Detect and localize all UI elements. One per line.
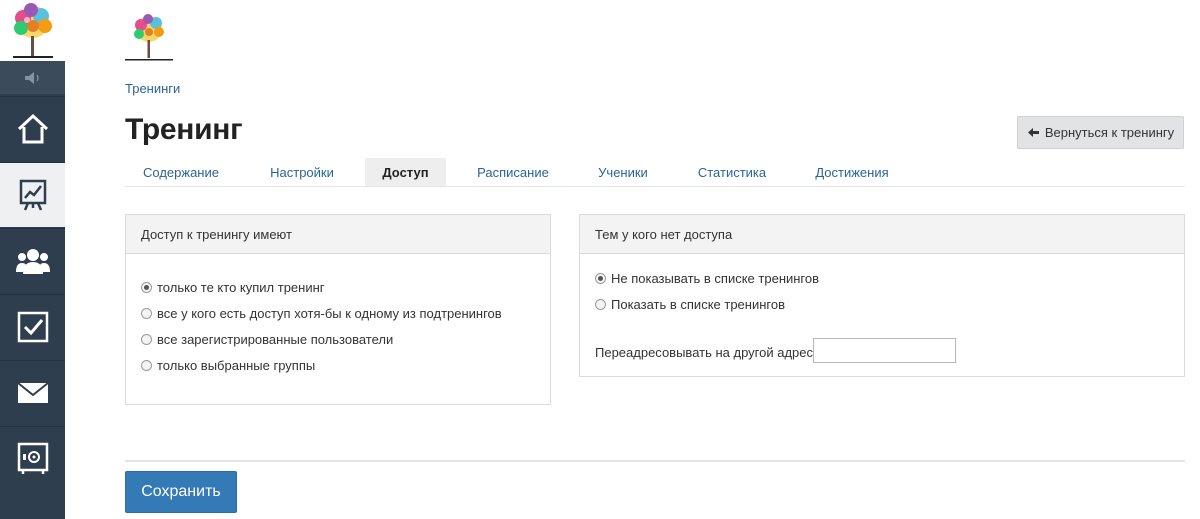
radio-label: только те кто купил тренинг — [157, 280, 325, 295]
divider — [125, 460, 1185, 462]
radio-button[interactable] — [141, 282, 152, 293]
tabs: Содержание Настройки Доступ Расписание У… — [125, 158, 1185, 187]
radio-button[interactable] — [595, 273, 606, 284]
tree-logo-icon — [12, 2, 53, 58]
checkbox-icon — [17, 311, 48, 343]
no-access-option-show[interactable]: Показать в списке тренингов — [595, 297, 785, 312]
home-icon — [17, 113, 48, 144]
tab-students[interactable]: Ученики — [580, 158, 666, 186]
safe-icon — [17, 442, 48, 474]
chart-board-icon — [19, 179, 46, 211]
radio-label: Показать в списке тренингов — [611, 297, 785, 312]
radio-label: только выбранные группы — [157, 358, 316, 373]
save-button[interactable]: Сохранить — [125, 471, 237, 513]
sidebar — [0, 0, 65, 519]
no-access-option-hide[interactable]: Не показывать в списке тренингов — [595, 271, 819, 286]
radio-button[interactable] — [141, 360, 152, 371]
radio-label: Не показывать в списке тренингов — [611, 271, 820, 286]
radio-button[interactable] — [141, 308, 152, 319]
sidebar-item-messages[interactable] — [0, 360, 65, 425]
sidebar-item-trainings[interactable] — [0, 162, 65, 227]
sidebar-item-tasks[interactable] — [0, 294, 65, 359]
tab-content[interactable]: Содержание — [125, 158, 237, 186]
redirect-label: Переадресовывать на другой адрес — [595, 345, 814, 360]
tab-access[interactable]: Доступ — [365, 158, 446, 186]
brand-logo[interactable] — [0, 0, 65, 61]
tab-statistics[interactable]: Статистика — [680, 158, 784, 186]
radio-label: все зарегистрированные пользователи — [157, 332, 394, 347]
tree-logo-icon — [125, 14, 173, 61]
speaker-icon — [24, 71, 39, 84]
mail-icon — [16, 382, 49, 403]
back-button-label: Вернуться к тренингу — [1044, 125, 1175, 140]
page-title: Тренинг — [125, 113, 243, 146]
access-option-groups[interactable]: только выбранные группы — [141, 358, 315, 373]
back-to-training-button[interactable]: Вернуться к тренингу — [1017, 116, 1184, 149]
sound-toggle[interactable] — [0, 61, 65, 94]
no-access-panel: Тем у кого нет доступа Не показывать в с… — [579, 214, 1185, 377]
no-access-panel-title: Тем у кого нет доступа — [580, 215, 1184, 254]
radio-button[interactable] — [595, 299, 606, 310]
sidebar-item-users[interactable] — [0, 228, 65, 293]
access-panel: Доступ к тренингу имеют только те кто ку… — [125, 214, 551, 405]
users-icon — [15, 249, 50, 274]
school-logo[interactable] — [125, 12, 173, 62]
tab-settings[interactable]: Настройки — [246, 158, 358, 186]
radio-button[interactable] — [141, 334, 152, 345]
access-option-subtrainings[interactable]: все у кого есть доступ хотя-бы к одному … — [141, 306, 502, 321]
access-panel-title: Доступ к тренингу имеют — [126, 215, 550, 254]
breadcrumb: Тренинги — [125, 81, 180, 96]
sidebar-item-safe[interactable] — [0, 426, 65, 491]
arrow-left-icon — [1027, 128, 1039, 137]
breadcrumb-link-trainings[interactable]: Тренинги — [125, 81, 180, 96]
redirect-url-input[interactable] — [813, 338, 956, 363]
radio-label: все у кого есть доступ хотя-бы к одному … — [157, 306, 502, 321]
tab-achievements[interactable]: Достижения — [797, 158, 907, 186]
tab-schedule[interactable]: Расписание — [458, 158, 568, 186]
access-option-registered[interactable]: все зарегистрированные пользователи — [141, 332, 393, 347]
sidebar-item-home[interactable] — [0, 96, 65, 161]
access-option-purchased[interactable]: только те кто купил тренинг — [141, 280, 325, 295]
